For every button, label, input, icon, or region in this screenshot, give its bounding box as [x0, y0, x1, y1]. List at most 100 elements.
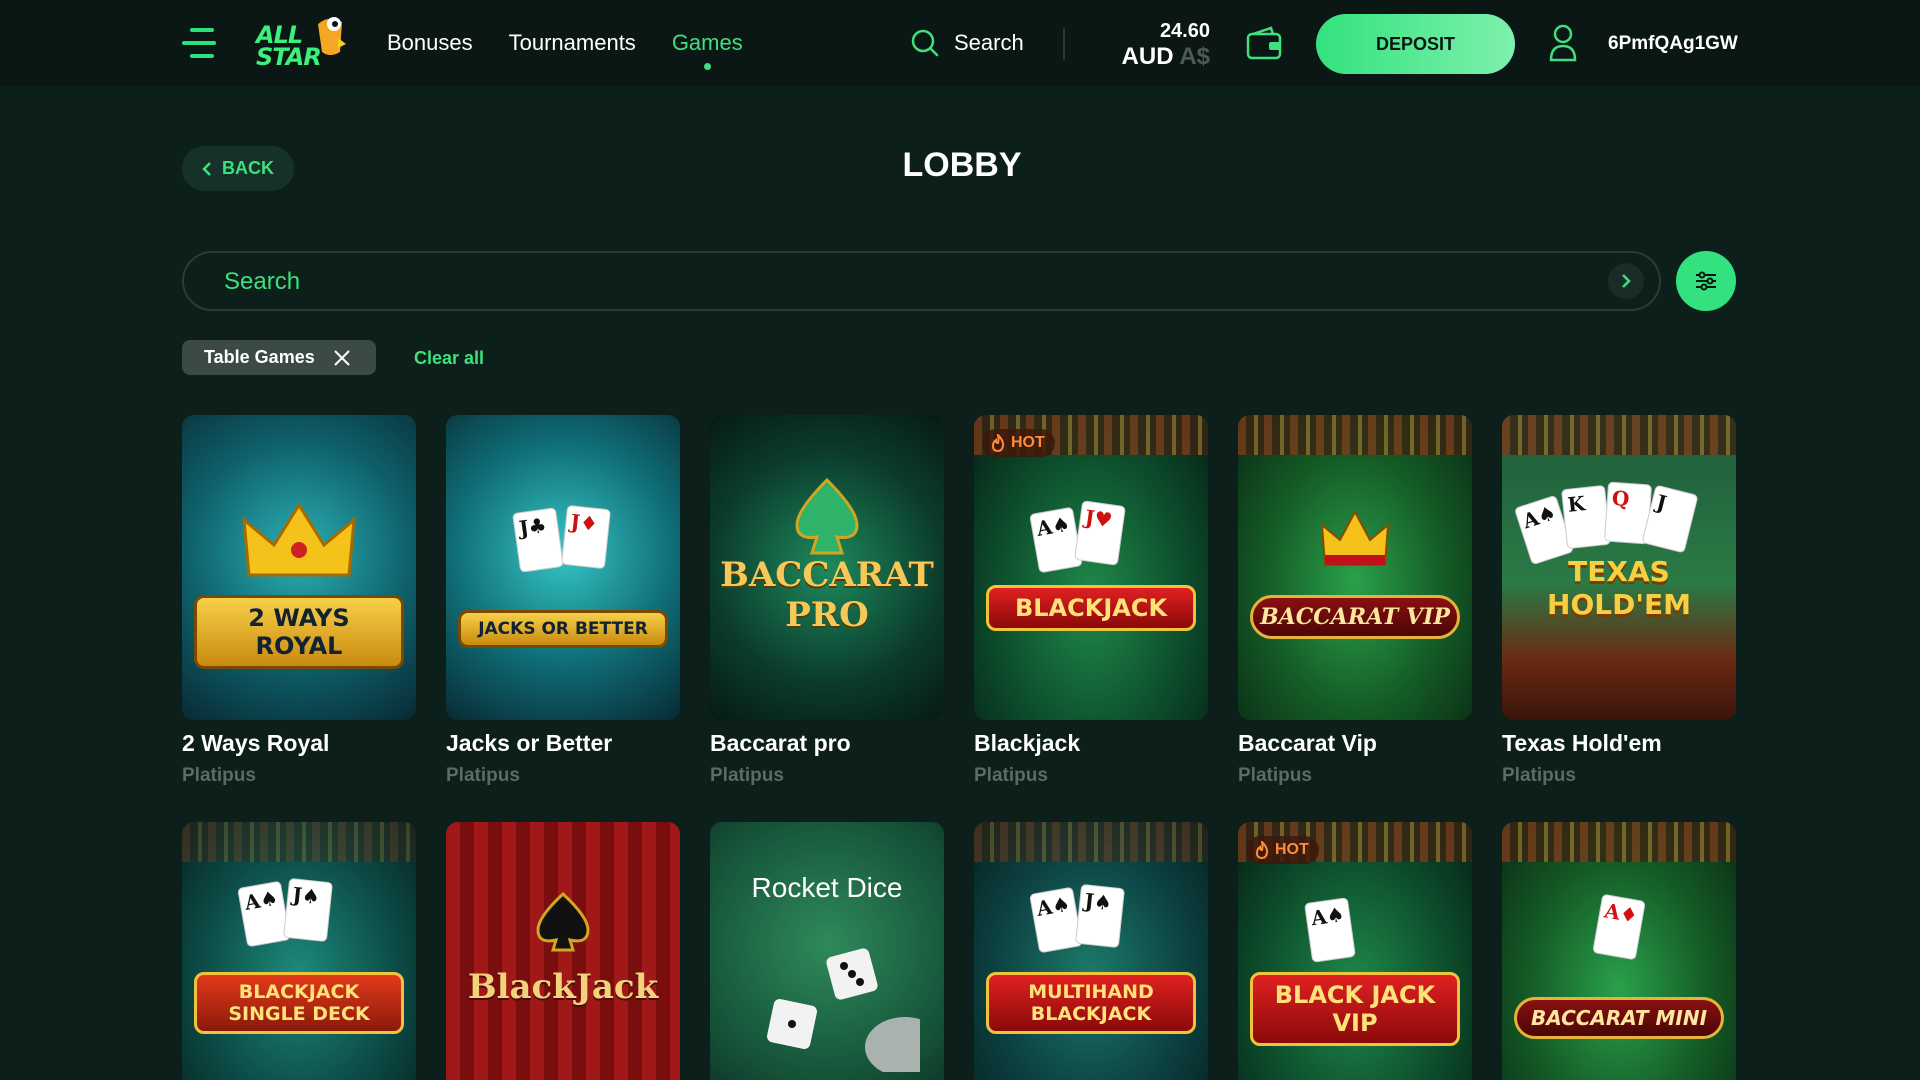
spade-icon [536, 892, 590, 952]
game-card[interactable]: 2 WAYS ROYAL 2 Ways Royal Platipus [182, 415, 416, 787]
game-card[interactable]: BlackJack [446, 822, 680, 1080]
playing-card-icon: J♠ [282, 877, 334, 943]
flame-icon [991, 434, 1005, 452]
header-divider [1063, 28, 1065, 60]
game-card[interactable]: A♠ K Q J TEXAS HOLD'EM Texas Hold'em Pla… [1502, 415, 1736, 787]
game-art-title: TEXAS HOLD'EM [1547, 555, 1691, 621]
hot-badge: HOT [982, 429, 1055, 457]
game-art-title: BLACKJACK [986, 585, 1196, 631]
game-thumbnail[interactable]: 2 WAYS ROYAL [182, 415, 416, 720]
main-nav: Bonuses Tournaments Games [387, 30, 743, 70]
game-art-title: Rocket Dice [751, 872, 903, 903]
hot-badge: HOT [1246, 836, 1319, 864]
spade-icon [795, 477, 859, 555]
search-icon [911, 29, 939, 57]
game-card[interactable]: A♠ BLACK JACK VIP HOT [1238, 822, 1472, 1080]
game-provider: Platipus [974, 765, 1048, 786]
page-title: LOBBY [902, 146, 1022, 184]
filter-chip-label: Table Games [204, 347, 315, 367]
game-card[interactable]: A♦ BACCARAT MINI [1502, 822, 1736, 1080]
game-provider: Platipus [182, 765, 256, 786]
balance-display: 24.60 AUD A$ [1100, 20, 1210, 71]
playing-card-icon: A♠ [1029, 886, 1083, 954]
game-thumbnail[interactable]: A♠ J♠ MULTIHAND BLACKJACK [974, 822, 1208, 1080]
nav-bonuses[interactable]: Bonuses [387, 30, 473, 56]
game-art-title: BACCARAT MINI [1514, 997, 1724, 1039]
hot-label: HOT [1011, 434, 1045, 451]
allstar-logo[interactable]: ALL STAR [254, 14, 350, 69]
search-input[interactable] [224, 265, 1524, 299]
flame-icon [1255, 841, 1269, 859]
nav-tournaments[interactable]: Tournaments [509, 30, 636, 56]
game-art-title: 2 WAYS ROYAL [194, 595, 404, 669]
game-provider: Platipus [446, 765, 520, 786]
balance-currency-row: AUD A$ [1100, 43, 1210, 71]
balance-symbol: A$ [1179, 43, 1210, 70]
chevron-right-icon [1622, 274, 1631, 288]
game-card[interactable]: A♠ J♠ MULTIHAND BLACKJACK [974, 822, 1208, 1080]
game-card[interactable]: A♠ J♠ BLACKJACK SINGLE DECK [182, 822, 416, 1080]
playing-card-icon: J♦ [560, 504, 612, 570]
game-card[interactable]: A♠ J♥ BLACKJACK HOT Blackjack Platipus [974, 415, 1208, 787]
clear-all-link[interactable]: Clear all [414, 348, 484, 369]
game-thumbnail[interactable]: A♠ J♠ BLACKJACK SINGLE DECK [182, 822, 416, 1080]
playing-card-icon: A♦ [1592, 893, 1646, 961]
nav-games[interactable]: Games [672, 30, 743, 70]
game-art-title: BACCARAT VIP [1250, 595, 1460, 639]
decor-stripes [1502, 415, 1736, 455]
game-card[interactable]: J♣ J♦ JACKS OR BETTER Jacks or Better Pl… [446, 415, 680, 787]
sliders-icon [1696, 271, 1716, 291]
game-thumbnail[interactable]: BACCARAT VIP [1238, 415, 1472, 720]
decor-stripes [974, 822, 1208, 862]
decor-stripes [1238, 415, 1472, 455]
game-art-title: BACCARAT PRO [720, 555, 934, 635]
search-bar [182, 251, 1661, 311]
game-provider: Platipus [710, 765, 784, 786]
close-icon[interactable] [333, 349, 351, 367]
playing-card-icon: A♠ [237, 880, 291, 948]
game-name: Blackjack [974, 730, 1081, 756]
game-thumbnail[interactable]: Rocket Dice [710, 822, 944, 1080]
username[interactable]: 6PmfQAg1GW [1608, 33, 1738, 55]
filter-button[interactable] [1676, 251, 1736, 311]
header-search-button[interactable]: Search [910, 28, 1024, 58]
game-thumbnail[interactable]: A♦ BACCARAT MINI [1502, 822, 1736, 1080]
game-name: Baccarat pro [710, 730, 851, 756]
playing-card-icon: A♠ [1304, 897, 1356, 963]
decor-stripes [1502, 822, 1736, 862]
game-thumbnail[interactable]: A♠ BLACK JACK VIP HOT [1238, 822, 1472, 1080]
user-icon[interactable] [1548, 24, 1578, 67]
playing-card-icon: J♥ [1074, 500, 1126, 566]
dice-icon [767, 948, 920, 1072]
playing-card-icon: A♠ [1029, 506, 1083, 574]
game-art-title: BLACKJACK SINGLE DECK [194, 972, 404, 1034]
game-thumbnail[interactable]: BACCARAT PRO [710, 415, 944, 720]
deposit-button[interactable]: DEPOSIT [1316, 14, 1515, 74]
menu-icon[interactable] [182, 28, 216, 58]
game-name: 2 Ways Royal [182, 730, 330, 756]
crown-icon [242, 502, 356, 577]
game-thumbnail[interactable]: J♣ J♦ JACKS OR BETTER [446, 415, 680, 720]
playing-card-icon: J♠ [1074, 883, 1126, 949]
search-submit-button[interactable] [1608, 263, 1644, 299]
top-header: ALL STAR Bonuses Tournaments Games Searc… [0, 0, 1920, 86]
logo-mascot-icon [318, 17, 346, 56]
game-card[interactable]: Rocket Dice [710, 822, 944, 1080]
game-thumbnail[interactable]: BlackJack [446, 822, 680, 1080]
hot-label: HOT [1275, 841, 1309, 858]
game-name: Texas Hold'em [1502, 730, 1662, 756]
game-thumbnail[interactable]: A♠ K Q J TEXAS HOLD'EM [1502, 415, 1736, 720]
game-card[interactable]: BACCARAT PRO Baccarat pro Platipus [710, 415, 944, 787]
balance-amount: 24.60 [1159, 20, 1210, 42]
game-provider: Platipus [1238, 765, 1312, 786]
balance-currency: AUD [1121, 43, 1174, 70]
filter-chip-table-games[interactable]: Table Games [182, 340, 376, 375]
game-name: Jacks or Better [446, 730, 613, 756]
wallet-icon[interactable] [1245, 26, 1283, 67]
game-art-title: JACKS OR BETTER [458, 610, 668, 648]
playing-card-icon: J♣ [512, 507, 564, 573]
game-art-title: MULTIHAND BLACKJACK [986, 972, 1196, 1034]
game-thumbnail[interactable]: A♠ J♥ BLACKJACK HOT [974, 415, 1208, 720]
header-search-label: Search [954, 30, 1024, 55]
game-card[interactable]: BACCARAT VIP Baccarat Vip Platipus [1238, 415, 1472, 787]
